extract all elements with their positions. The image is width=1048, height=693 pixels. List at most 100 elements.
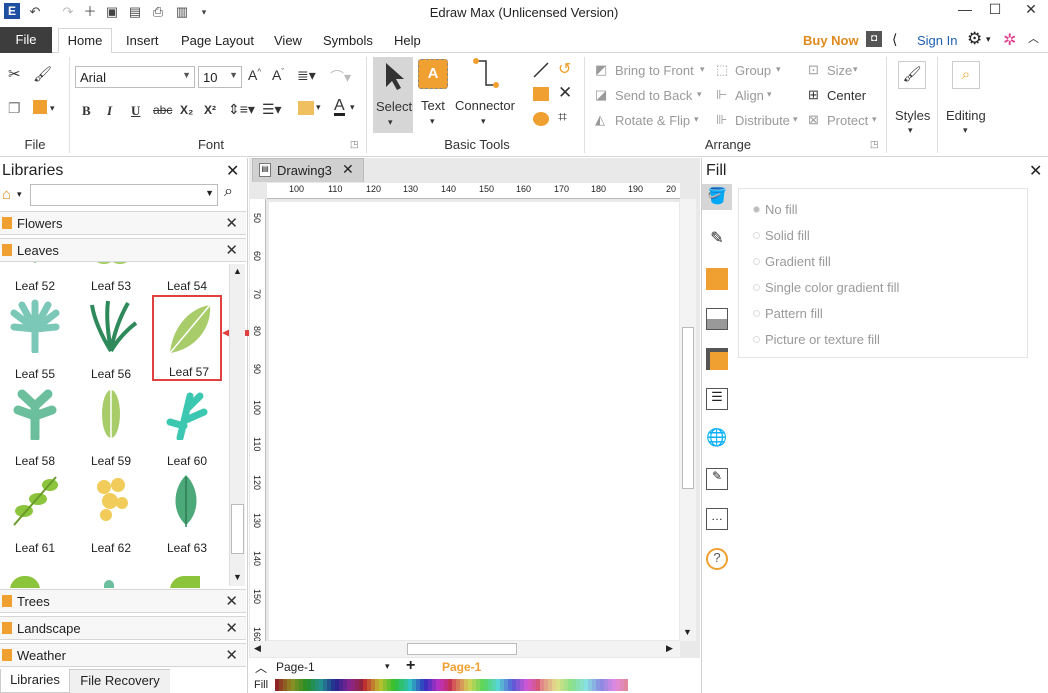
align-dropdown-icon[interactable]: ▾ xyxy=(767,89,772,100)
comment-icon[interactable]: … xyxy=(706,508,728,530)
help-icon[interactable]: ? xyxy=(706,548,728,570)
canvas-horizontal-scrollbar[interactable]: ◀ ▶ xyxy=(250,641,680,657)
list-item[interactable]: Leaf 55 xyxy=(0,295,70,381)
text-dropdown-icon[interactable]: ▾ xyxy=(430,116,435,127)
gear-icon[interactable]: ⚙ xyxy=(967,29,982,49)
format-painter-icon[interactable]: 🖌 xyxy=(33,65,52,83)
tab-insert[interactable]: Insert xyxy=(126,33,159,48)
font-color-dropdown-icon[interactable]: ▾ xyxy=(350,102,355,113)
fill-bucket-icon[interactable]: 🪣 xyxy=(706,186,728,208)
styles-dropdown-icon[interactable]: ▾ xyxy=(908,125,913,136)
paste-icon[interactable] xyxy=(33,100,47,114)
tab-view[interactable]: View xyxy=(274,33,302,48)
scroll-down-icon[interactable]: ▼ xyxy=(233,572,242,582)
page-selector-dropdown-icon[interactable]: ▾ xyxy=(385,661,390,672)
connector-dropdown-icon[interactable]: ▾ xyxy=(481,116,486,127)
styles-icon[interactable]: 🖌 xyxy=(898,61,926,89)
add-page-icon[interactable]: + xyxy=(406,657,415,675)
category-leaves[interactable]: Leaves ✕ xyxy=(0,238,246,262)
list-item-leaf-57-selected[interactable]: Leaf 57 xyxy=(152,295,222,381)
size-button[interactable]: Size xyxy=(827,63,852,78)
list-item[interactable]: Leaf 58 xyxy=(0,382,70,468)
rectangle-tool-icon[interactable] xyxy=(533,87,549,101)
list-item[interactable]: Leaf 52 xyxy=(0,262,70,293)
home-dropdown-icon[interactable]: ▾ xyxy=(17,189,22,200)
drawing-page[interactable] xyxy=(269,202,679,640)
rotate-flip-dropdown-icon[interactable]: ▾ xyxy=(694,114,699,125)
scroll-thumb[interactable] xyxy=(682,327,694,489)
document-tab-close-icon[interactable]: ✕ xyxy=(342,161,354,178)
send-to-back-button[interactable]: Send to Back xyxy=(615,88,692,103)
ellipse-tool-icon[interactable] xyxy=(533,112,549,126)
arc-tool-icon[interactable]: ↺ xyxy=(558,59,571,79)
select-tool-button[interactable]: Select ▾ xyxy=(373,57,413,133)
shrink-font-icon[interactable]: Aˇ xyxy=(272,67,284,83)
collapse-ribbon-icon[interactable]: ︿ xyxy=(1028,30,1039,46)
minimize-button[interactable]: — xyxy=(950,0,980,22)
list-item[interactable]: Leaf 61 xyxy=(0,469,70,555)
tab-page-layout[interactable]: Page Layout xyxy=(181,33,254,48)
library-scrollbar[interactable]: ▲ ▼ xyxy=(229,264,245,586)
bold-button[interactable]: B xyxy=(82,103,91,119)
tab-help[interactable]: Help xyxy=(394,33,421,48)
line-tool-icon[interactable] xyxy=(532,61,550,79)
layer-icon[interactable] xyxy=(706,348,728,370)
radio-gradient-fill[interactable]: Gradient fill xyxy=(753,254,831,269)
tab-file-recovery[interactable]: File Recovery xyxy=(70,669,170,693)
fill-panel-close-icon[interactable]: ✕ xyxy=(1029,161,1042,181)
font-dialog-launcher-icon[interactable]: ◳ xyxy=(350,139,359,150)
page-tab[interactable]: Page-1 xyxy=(442,660,481,674)
maximize-button[interactable]: ☐ xyxy=(980,0,1010,22)
list-item[interactable]: Leaf 62 xyxy=(76,469,146,555)
list-item[interactable]: Leaf 63 xyxy=(152,469,222,555)
subscript-button[interactable]: X₂ xyxy=(180,103,193,117)
text-curve-icon[interactable]: ⌒▾ xyxy=(330,67,351,87)
close-window-button[interactable]: ✕ xyxy=(1016,0,1046,22)
connector-icon[interactable] xyxy=(470,57,500,91)
image-icon[interactable] xyxy=(706,308,728,330)
paste-dropdown-icon[interactable]: ▾ xyxy=(50,103,55,114)
bullets-icon[interactable]: ☰▾ xyxy=(262,101,282,118)
text-icon[interactable]: A xyxy=(418,59,448,89)
connector-tool-label[interactable]: Connector xyxy=(455,98,515,113)
underline-button[interactable]: U xyxy=(131,103,140,119)
group-dropdown-icon[interactable]: ▾ xyxy=(776,64,781,75)
sign-in-link[interactable]: Sign In xyxy=(917,33,957,48)
bring-to-front-dropdown-icon[interactable]: ▾ xyxy=(700,64,705,75)
settings-dropdown-icon[interactable]: ▾ xyxy=(986,34,991,45)
list-item[interactable]: Leaf 54 xyxy=(152,262,222,293)
font-color-icon[interactable]: A xyxy=(334,98,345,116)
addon-icon[interactable]: ✲ xyxy=(1003,30,1016,50)
radio-picture-texture-fill[interactable]: Picture or texture fill xyxy=(753,332,880,347)
radio-single-color-gradient-fill[interactable]: Single color gradient fill xyxy=(753,280,899,295)
color-swatch[interactable] xyxy=(624,679,629,691)
globe-icon[interactable]: 🌐 xyxy=(706,428,728,450)
category-close-icon[interactable]: ✕ xyxy=(225,592,238,610)
search-icon[interactable]: ⌕ xyxy=(224,183,233,201)
radio-solid-fill[interactable]: Solid fill xyxy=(753,228,810,243)
scroll-down-icon[interactable]: ▼ xyxy=(683,627,692,637)
grow-font-icon[interactable]: A^ xyxy=(248,67,261,83)
file-menu[interactable]: File xyxy=(0,27,52,53)
highlight-dropdown-icon[interactable]: ▾ xyxy=(316,102,321,113)
text-align-icon[interactable]: ≣▾ xyxy=(297,67,316,84)
distribute-dropdown-icon[interactable]: ▾ xyxy=(793,114,798,125)
italic-button[interactable]: I xyxy=(107,103,112,119)
list-item[interactable]: Leaf 53 xyxy=(76,262,146,293)
bring-to-front-button[interactable]: Bring to Front xyxy=(615,63,694,78)
cart-icon[interactable]: ◘ xyxy=(866,31,882,47)
group-button[interactable]: Group xyxy=(735,63,771,78)
share-icon[interactable]: ⟨ xyxy=(892,31,897,48)
list-item[interactable]: Leaf 60 xyxy=(152,382,222,468)
document-tab[interactable]: ▤ Drawing3 ✕ xyxy=(252,158,364,182)
distribute-button[interactable]: Distribute xyxy=(735,113,790,128)
page-selector[interactable]: Page-1 xyxy=(276,660,315,674)
editing-dropdown-icon[interactable]: ▾ xyxy=(963,125,968,136)
libraries-close-icon[interactable]: ✕ xyxy=(226,161,239,181)
scroll-thumb[interactable] xyxy=(231,504,244,554)
library-search-input[interactable]: ▼ xyxy=(30,184,218,206)
line-style-icon[interactable]: ✎ xyxy=(706,228,728,250)
home-icon[interactable]: ⌂ xyxy=(2,186,11,203)
arrange-dialog-launcher-icon[interactable]: ◳ xyxy=(870,139,879,150)
list-item[interactable]: Leaf 59 xyxy=(76,382,146,468)
